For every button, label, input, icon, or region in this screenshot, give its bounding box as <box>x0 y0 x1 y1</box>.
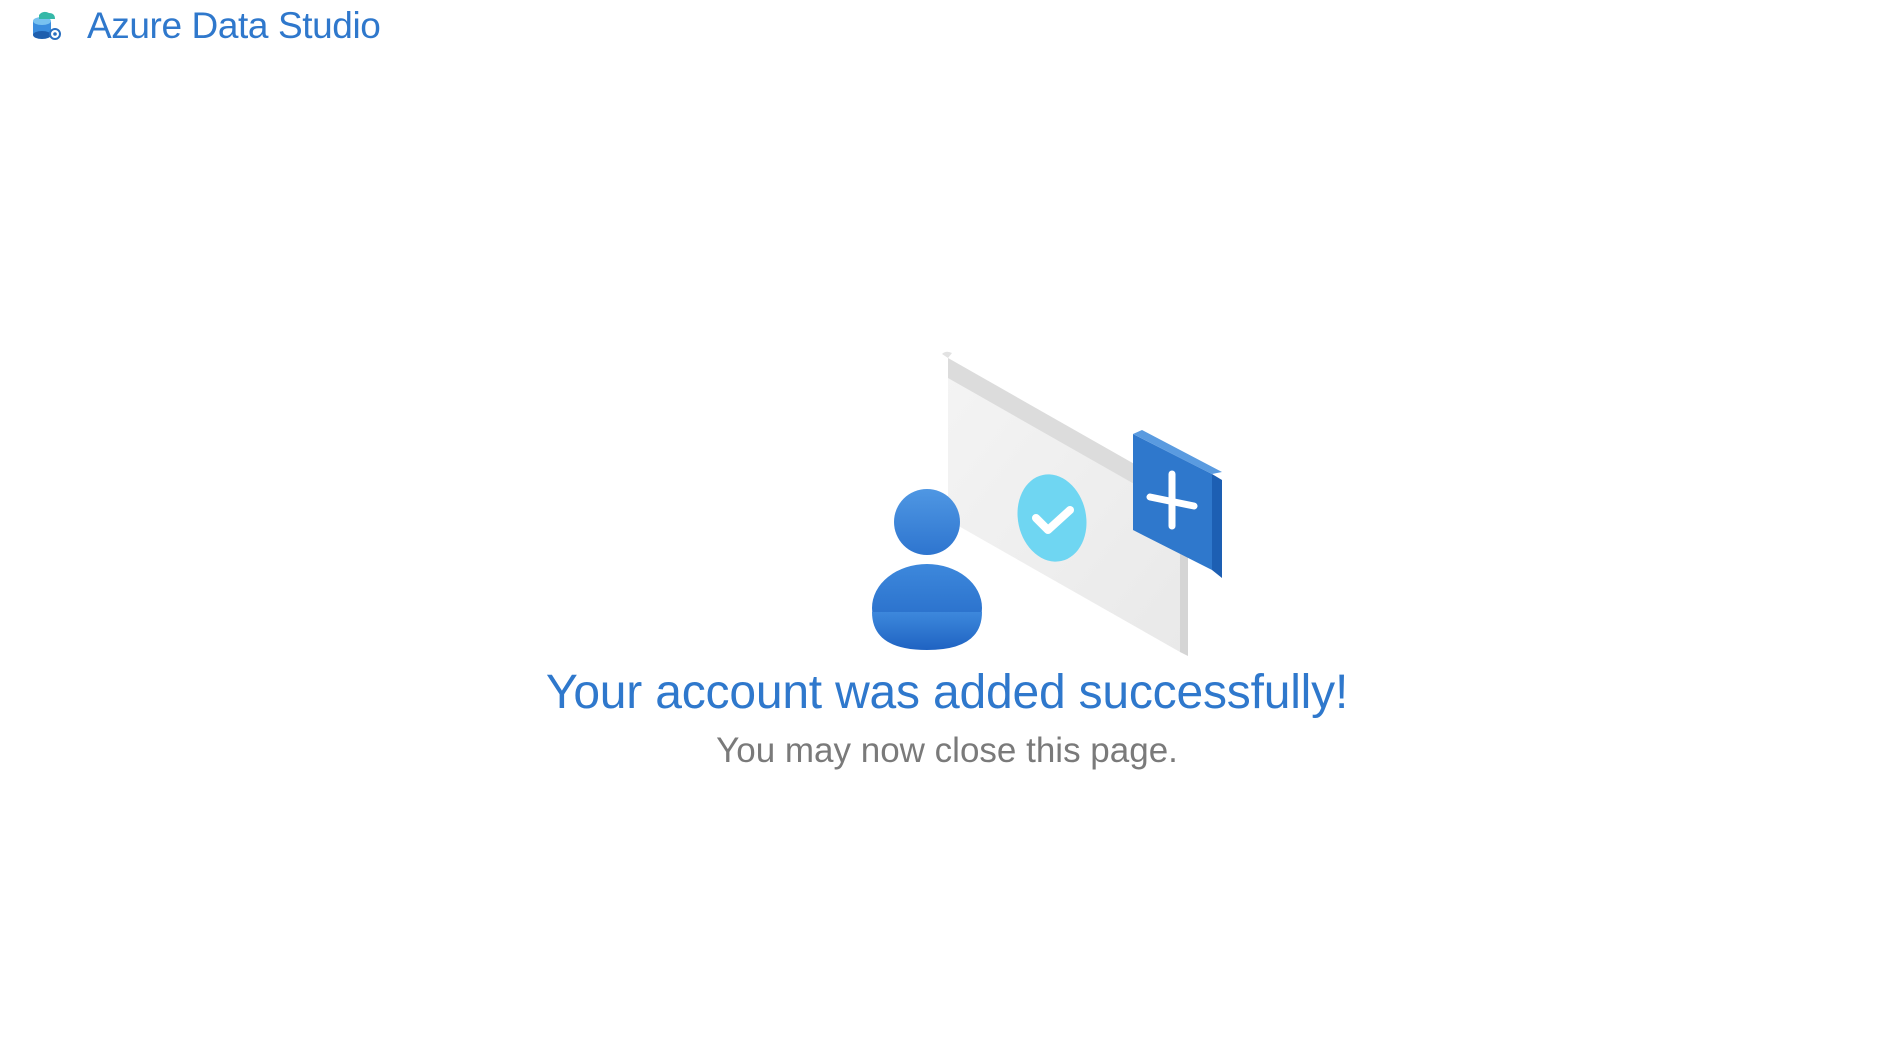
page-subtitle: You may now close this page. <box>716 731 1178 770</box>
azure-data-studio-logo-icon <box>33 11 61 40</box>
app-header: Azure Data Studio <box>29 5 381 46</box>
page-title: Your account was added successfully! <box>545 666 1349 719</box>
account-added-illustration <box>870 351 1222 657</box>
app-name: Azure Data Studio <box>87 5 381 46</box>
